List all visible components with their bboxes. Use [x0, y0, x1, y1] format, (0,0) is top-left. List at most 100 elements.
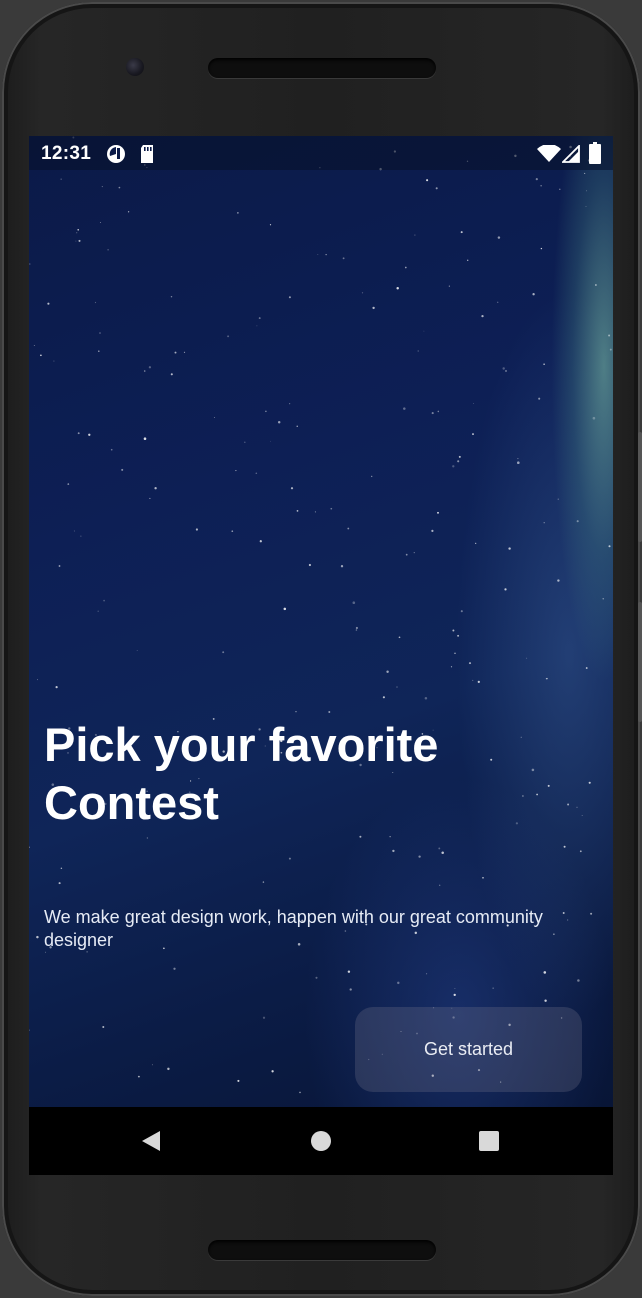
volume-button — [638, 602, 642, 722]
star — [545, 678, 547, 680]
star — [405, 553, 408, 556]
star — [505, 370, 507, 372]
star — [256, 325, 258, 327]
star — [277, 421, 281, 424]
device-screen: 12:31 Pick your favorite Contest We make… — [29, 136, 613, 1175]
star — [472, 679, 474, 681]
star — [481, 314, 484, 318]
star — [97, 610, 99, 612]
star — [543, 363, 545, 366]
star — [314, 511, 316, 513]
star — [413, 552, 415, 554]
star — [458, 455, 461, 458]
signal-icon — [560, 143, 580, 168]
star — [94, 301, 97, 304]
star — [110, 448, 113, 451]
star — [262, 1016, 266, 1019]
star — [174, 351, 177, 354]
star — [227, 335, 230, 338]
star — [77, 229, 79, 231]
star — [195, 528, 198, 531]
star — [398, 636, 401, 639]
star — [283, 607, 287, 611]
star — [544, 999, 547, 1002]
star — [235, 470, 237, 472]
star — [118, 186, 121, 189]
star — [450, 666, 453, 668]
star — [47, 302, 50, 305]
star — [271, 1070, 274, 1073]
star — [592, 416, 596, 420]
star — [543, 971, 547, 974]
star — [99, 222, 101, 224]
star — [460, 610, 463, 613]
star — [231, 530, 234, 533]
star — [244, 441, 246, 443]
star — [454, 652, 456, 654]
star — [183, 351, 186, 353]
nav-home-button[interactable] — [271, 1107, 371, 1175]
star — [437, 511, 439, 514]
starry-background — [29, 136, 613, 1107]
star — [60, 178, 62, 180]
status-time: 12:31 — [41, 143, 92, 164]
star — [567, 803, 570, 806]
star — [237, 212, 239, 214]
star — [76, 232, 78, 234]
star — [389, 836, 391, 838]
star — [538, 397, 541, 400]
star — [255, 472, 258, 474]
star — [517, 461, 520, 465]
star — [288, 857, 291, 860]
star — [352, 601, 356, 604]
star — [441, 851, 444, 854]
star — [40, 354, 42, 357]
nav-recents-button[interactable] — [439, 1107, 539, 1175]
star — [454, 987, 456, 989]
star — [121, 468, 124, 471]
star — [73, 530, 75, 532]
star — [608, 334, 611, 337]
star — [437, 410, 440, 413]
star — [317, 253, 319, 255]
star — [559, 188, 561, 191]
get-started-button[interactable]: Get started — [355, 1007, 582, 1092]
star — [477, 680, 480, 684]
star — [581, 814, 583, 817]
star — [426, 973, 428, 975]
star — [452, 465, 455, 468]
star-field — [29, 136, 612, 1094]
star — [143, 370, 146, 372]
star — [148, 366, 152, 369]
star — [222, 651, 225, 654]
star — [404, 266, 407, 269]
star — [296, 510, 299, 512]
star — [426, 179, 429, 182]
star — [585, 205, 587, 208]
star — [609, 348, 612, 351]
star — [532, 293, 535, 296]
star — [308, 563, 311, 567]
front-camera — [126, 58, 144, 76]
star — [602, 598, 604, 600]
star — [576, 806, 578, 808]
star — [103, 599, 105, 602]
star — [137, 1075, 140, 1078]
star — [355, 626, 358, 630]
star — [502, 367, 505, 370]
star — [347, 527, 350, 530]
star — [517, 458, 519, 460]
star — [78, 239, 81, 242]
star — [127, 211, 130, 213]
star — [102, 1025, 105, 1029]
star — [448, 285, 450, 287]
star — [347, 970, 351, 973]
star — [557, 498, 560, 501]
star — [36, 935, 39, 939]
star — [33, 345, 35, 346]
star — [213, 417, 215, 418]
wifi-icon — [537, 144, 561, 168]
star — [99, 332, 101, 334]
star — [299, 1091, 301, 1094]
nav-back-button[interactable] — [101, 1107, 201, 1175]
